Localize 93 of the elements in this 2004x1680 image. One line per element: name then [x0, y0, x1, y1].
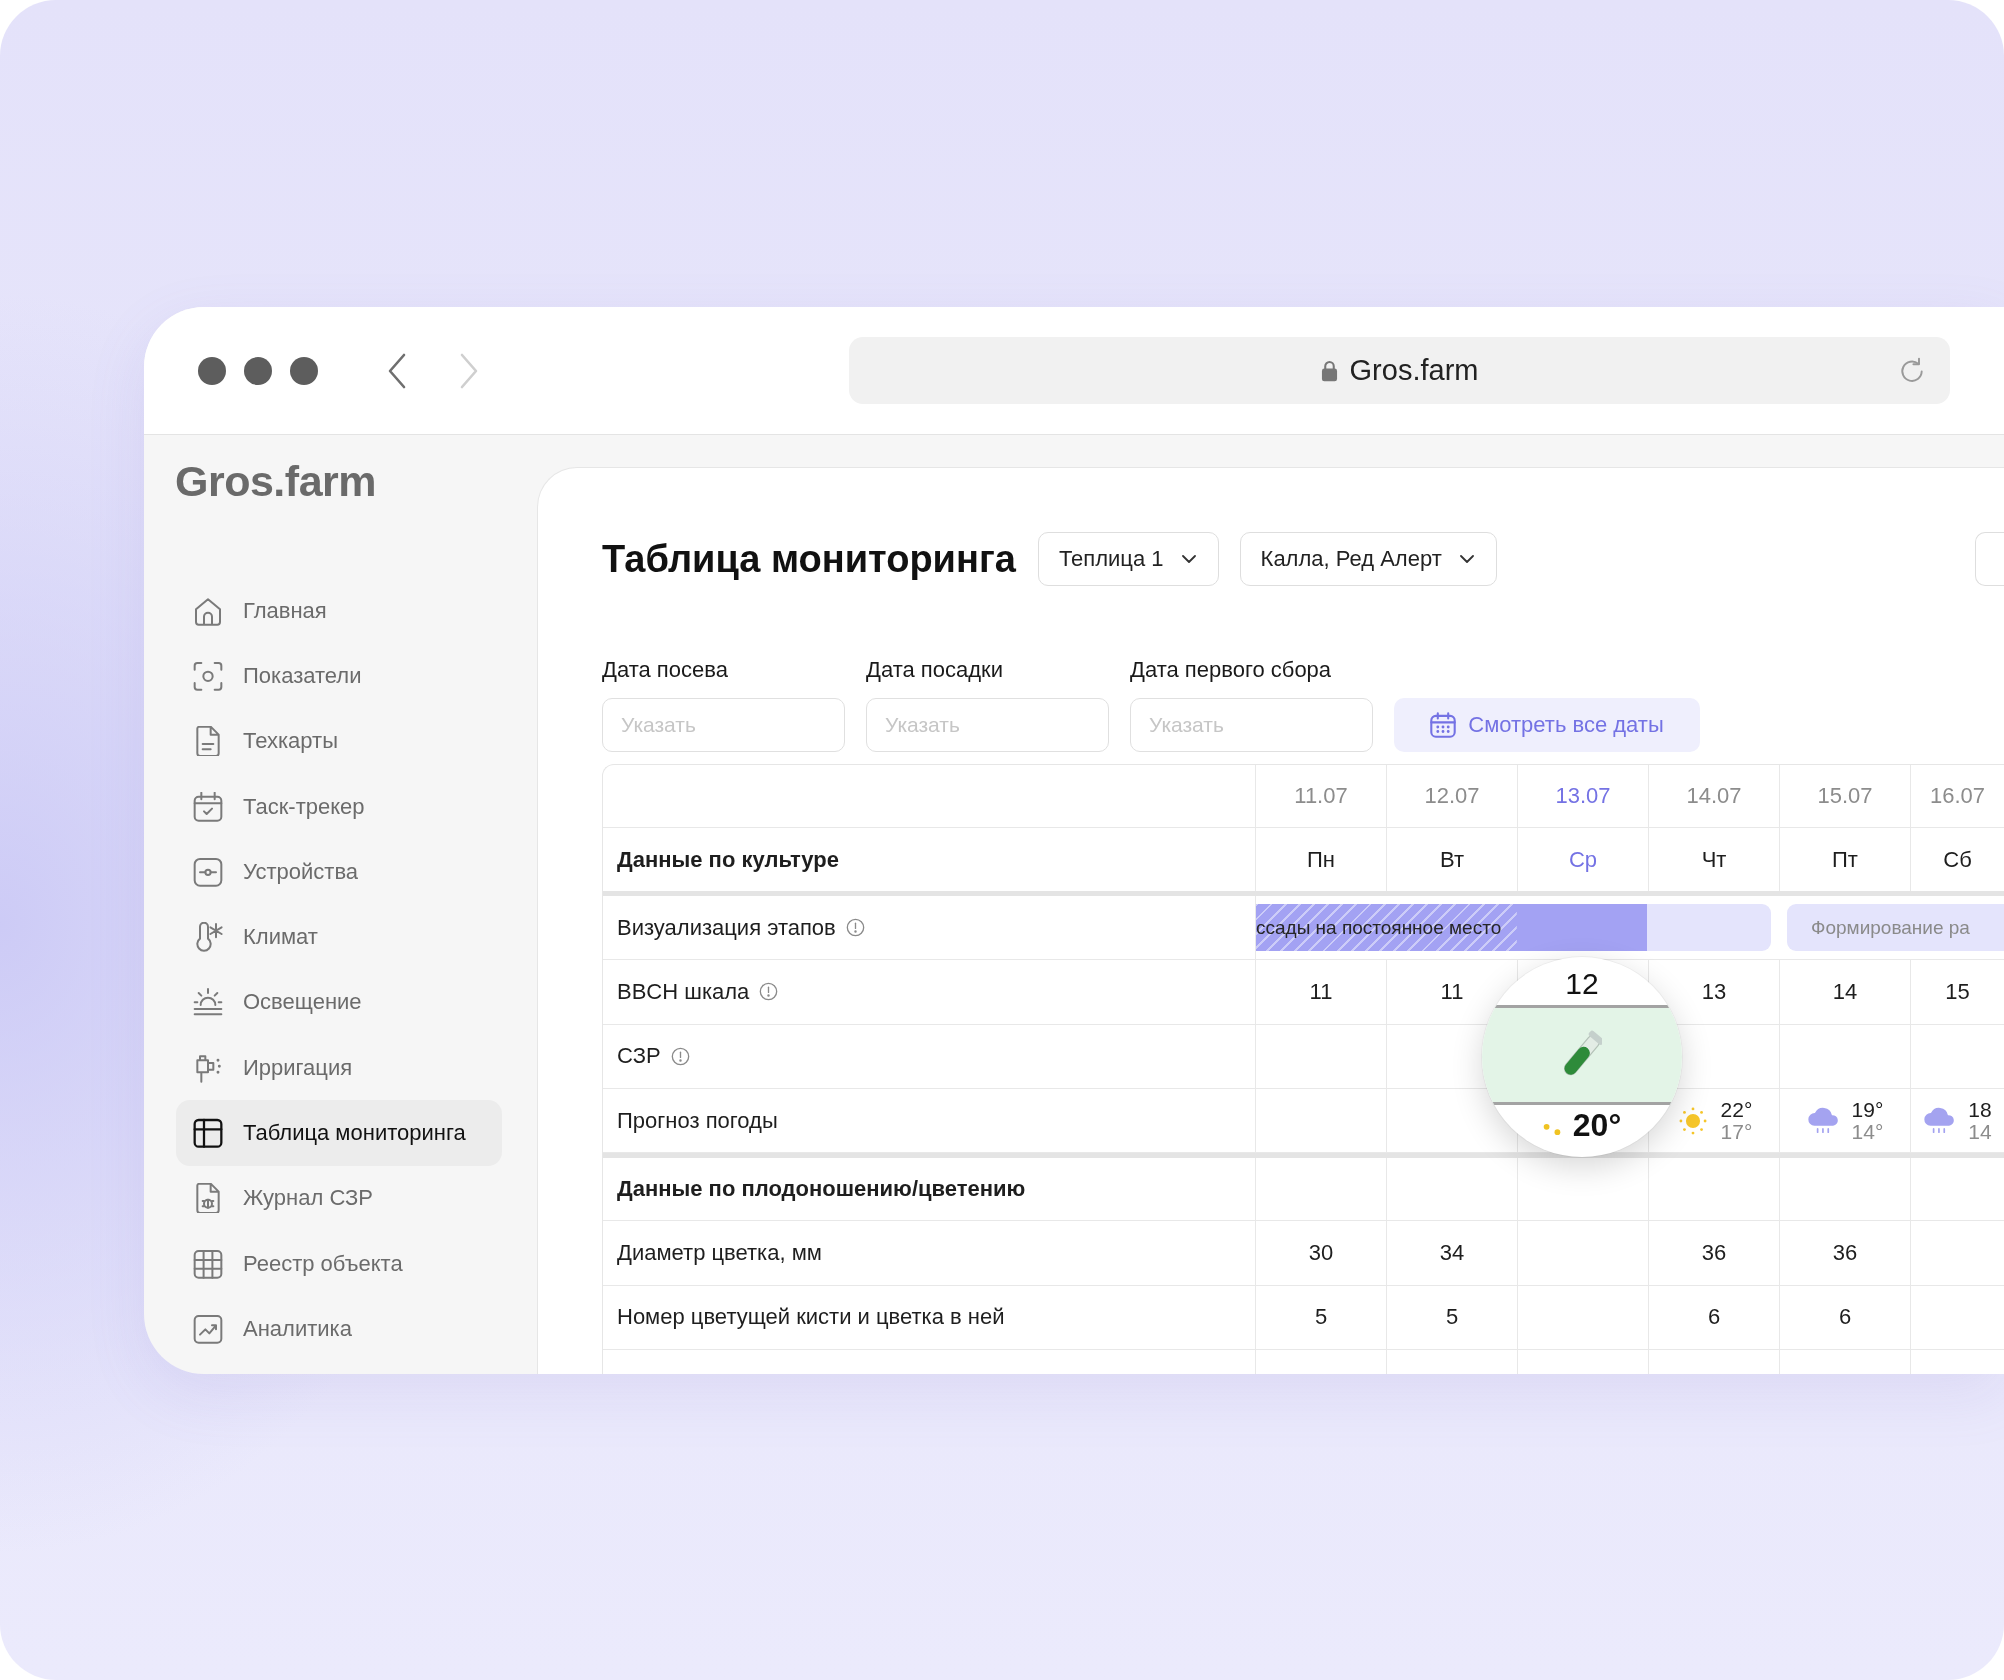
- window-control-icon[interactable]: [290, 356, 318, 385]
- rain-cloud-icon: [1806, 1105, 1841, 1136]
- table-cell: 36: [1649, 1221, 1780, 1285]
- nav-item[interactable]: Главная: [176, 578, 502, 644]
- address-bar[interactable]: Gros.farm: [849, 337, 1950, 404]
- bug-document-icon: [193, 1183, 223, 1214]
- row-label: BBCH шкала: [617, 978, 750, 1005]
- nav-item[interactable]: Устройства: [176, 839, 502, 905]
- grid-icon: [193, 1248, 223, 1279]
- field-label: Дата первого сбора: [1130, 657, 1332, 683]
- nav-item[interactable]: Климат: [176, 904, 502, 970]
- date-header[interactable]: 12.07: [1387, 765, 1518, 827]
- table-icon: [193, 1118, 223, 1148]
- weekday-header[interactable]: Пн: [1256, 828, 1387, 891]
- nav-item[interactable]: Ирригация: [176, 1035, 502, 1101]
- group-label: Данные по плодоношению/цветению: [617, 1176, 1026, 1203]
- field-label: Дата посадки: [866, 657, 1003, 683]
- row-label: Прогноз погоды: [617, 1107, 778, 1134]
- table-cell: 6: [1780, 1285, 1911, 1350]
- lock-icon: [1320, 359, 1338, 382]
- weekday-header[interactable]: Чт: [1649, 828, 1780, 891]
- date-header[interactable]: 11.07: [1256, 765, 1387, 827]
- table-cell-text: 15: [1944, 977, 1971, 1006]
- group-label: Данные по культуре: [603, 828, 1256, 891]
- chart-icon: [193, 1313, 223, 1344]
- date-header[interactable]: 15.07: [1780, 765, 1911, 827]
- dropdown[interactable]: Калла, Ред Алерт: [1239, 532, 1497, 586]
- row-label: СЗР: [617, 1043, 661, 1070]
- table-cell: 11: [1256, 960, 1387, 1024]
- date-header[interactable]: 14.07: [1649, 765, 1780, 827]
- window-control-icon[interactable]: [244, 356, 272, 385]
- stage-bar[interactable]: ссады на постоянное место: [1256, 904, 1771, 952]
- dropdown[interactable]: Теплица 1: [1037, 532, 1219, 586]
- window-control-icon[interactable]: [198, 356, 226, 385]
- date-header[interactable]: 16.07: [1911, 765, 2004, 827]
- table-cell: 5: [1256, 1285, 1387, 1350]
- row-label: Диаметр цветка, мм: [617, 1240, 822, 1267]
- viewfinder-icon: [193, 660, 223, 691]
- table-cell: 34: [1387, 1221, 1518, 1285]
- weekday-header[interactable]: Пт: [1780, 828, 1911, 891]
- info-icon[interactable]: [759, 982, 779, 1002]
- date-field[interactable]: Указать: [866, 698, 1109, 752]
- weekday-header[interactable]: Вт: [1387, 828, 1518, 891]
- document-icon: [193, 726, 223, 757]
- table-cell: 5: [1387, 1285, 1518, 1350]
- device-icon: [193, 856, 223, 887]
- sunrise-icon: [193, 987, 223, 1018]
- stage-label: Формирование ра: [1810, 916, 1970, 939]
- date-field[interactable]: Указать: [602, 698, 845, 752]
- info-icon[interactable]: [670, 1046, 690, 1066]
- date-field[interactable]: Указать: [1130, 698, 1373, 752]
- calendar-icon: [1430, 712, 1457, 738]
- nav-item[interactable]: Таблица мониторинга: [176, 1100, 502, 1166]
- chevron-down-icon: [1459, 555, 1474, 563]
- page-title: Таблица мониторинга: [602, 537, 1016, 581]
- nav-item[interactable]: Техкарты: [176, 708, 502, 774]
- temperature-low: 14°: [1851, 1120, 1884, 1143]
- nav-item[interactable]: Аналитика: [176, 1296, 502, 1362]
- row-label: Визуализация этапов: [617, 914, 836, 941]
- temperature-high: 18: [1968, 1098, 1992, 1121]
- stage-label: ссады на постоянное место: [1256, 916, 1502, 939]
- info-icon[interactable]: [845, 918, 865, 938]
- thermometer-icon: [193, 922, 223, 953]
- table-cell: 6: [1649, 1285, 1780, 1350]
- view-dates-button[interactable]: Смотреть все даты: [1394, 698, 1700, 752]
- sprayer-icon: [193, 1052, 223, 1083]
- temperature-high: 22°: [1720, 1098, 1753, 1121]
- nav-item[interactable]: Реестр объекта: [176, 1230, 502, 1297]
- reload-icon[interactable]: [1898, 356, 1926, 385]
- weekday-header[interactable]: Ср: [1518, 828, 1649, 891]
- table-cell: 14: [1780, 960, 1911, 1024]
- back-icon[interactable]: [387, 352, 407, 389]
- table-cell: 36: [1780, 1221, 1911, 1285]
- dots-icon: [1542, 1123, 1561, 1136]
- field-label: Дата посева: [602, 657, 728, 683]
- logo: Gros.farm: [175, 457, 376, 505]
- temperature-low: 14: [1968, 1120, 1992, 1143]
- weekday-header[interactable]: Сб: [1911, 828, 2004, 891]
- table-cell: 30: [1256, 1221, 1387, 1285]
- home-icon: [193, 595, 223, 626]
- nav-item[interactable]: Журнал СЗР: [176, 1165, 502, 1231]
- calendar-check-icon: [193, 791, 223, 822]
- nav-item[interactable]: Показатели: [176, 643, 502, 709]
- magnified-value: 12: [1565, 969, 1599, 999]
- stage-bar[interactable]: Формирование ра: [1787, 904, 2004, 952]
- row-label: Номер цветущей кисти и цветка в ней: [617, 1304, 1005, 1331]
- temperature-high: 19°: [1851, 1098, 1884, 1121]
- magnified-temperature: 20°: [1572, 1109, 1622, 1141]
- date-header[interactable]: 13.07: [1518, 765, 1649, 827]
- chevron-down-icon: [1181, 555, 1196, 563]
- nav-item[interactable]: Освещение: [176, 969, 502, 1036]
- temperature-low: 17°: [1720, 1120, 1753, 1143]
- nav-item[interactable]: Таск-трекер: [176, 773, 502, 840]
